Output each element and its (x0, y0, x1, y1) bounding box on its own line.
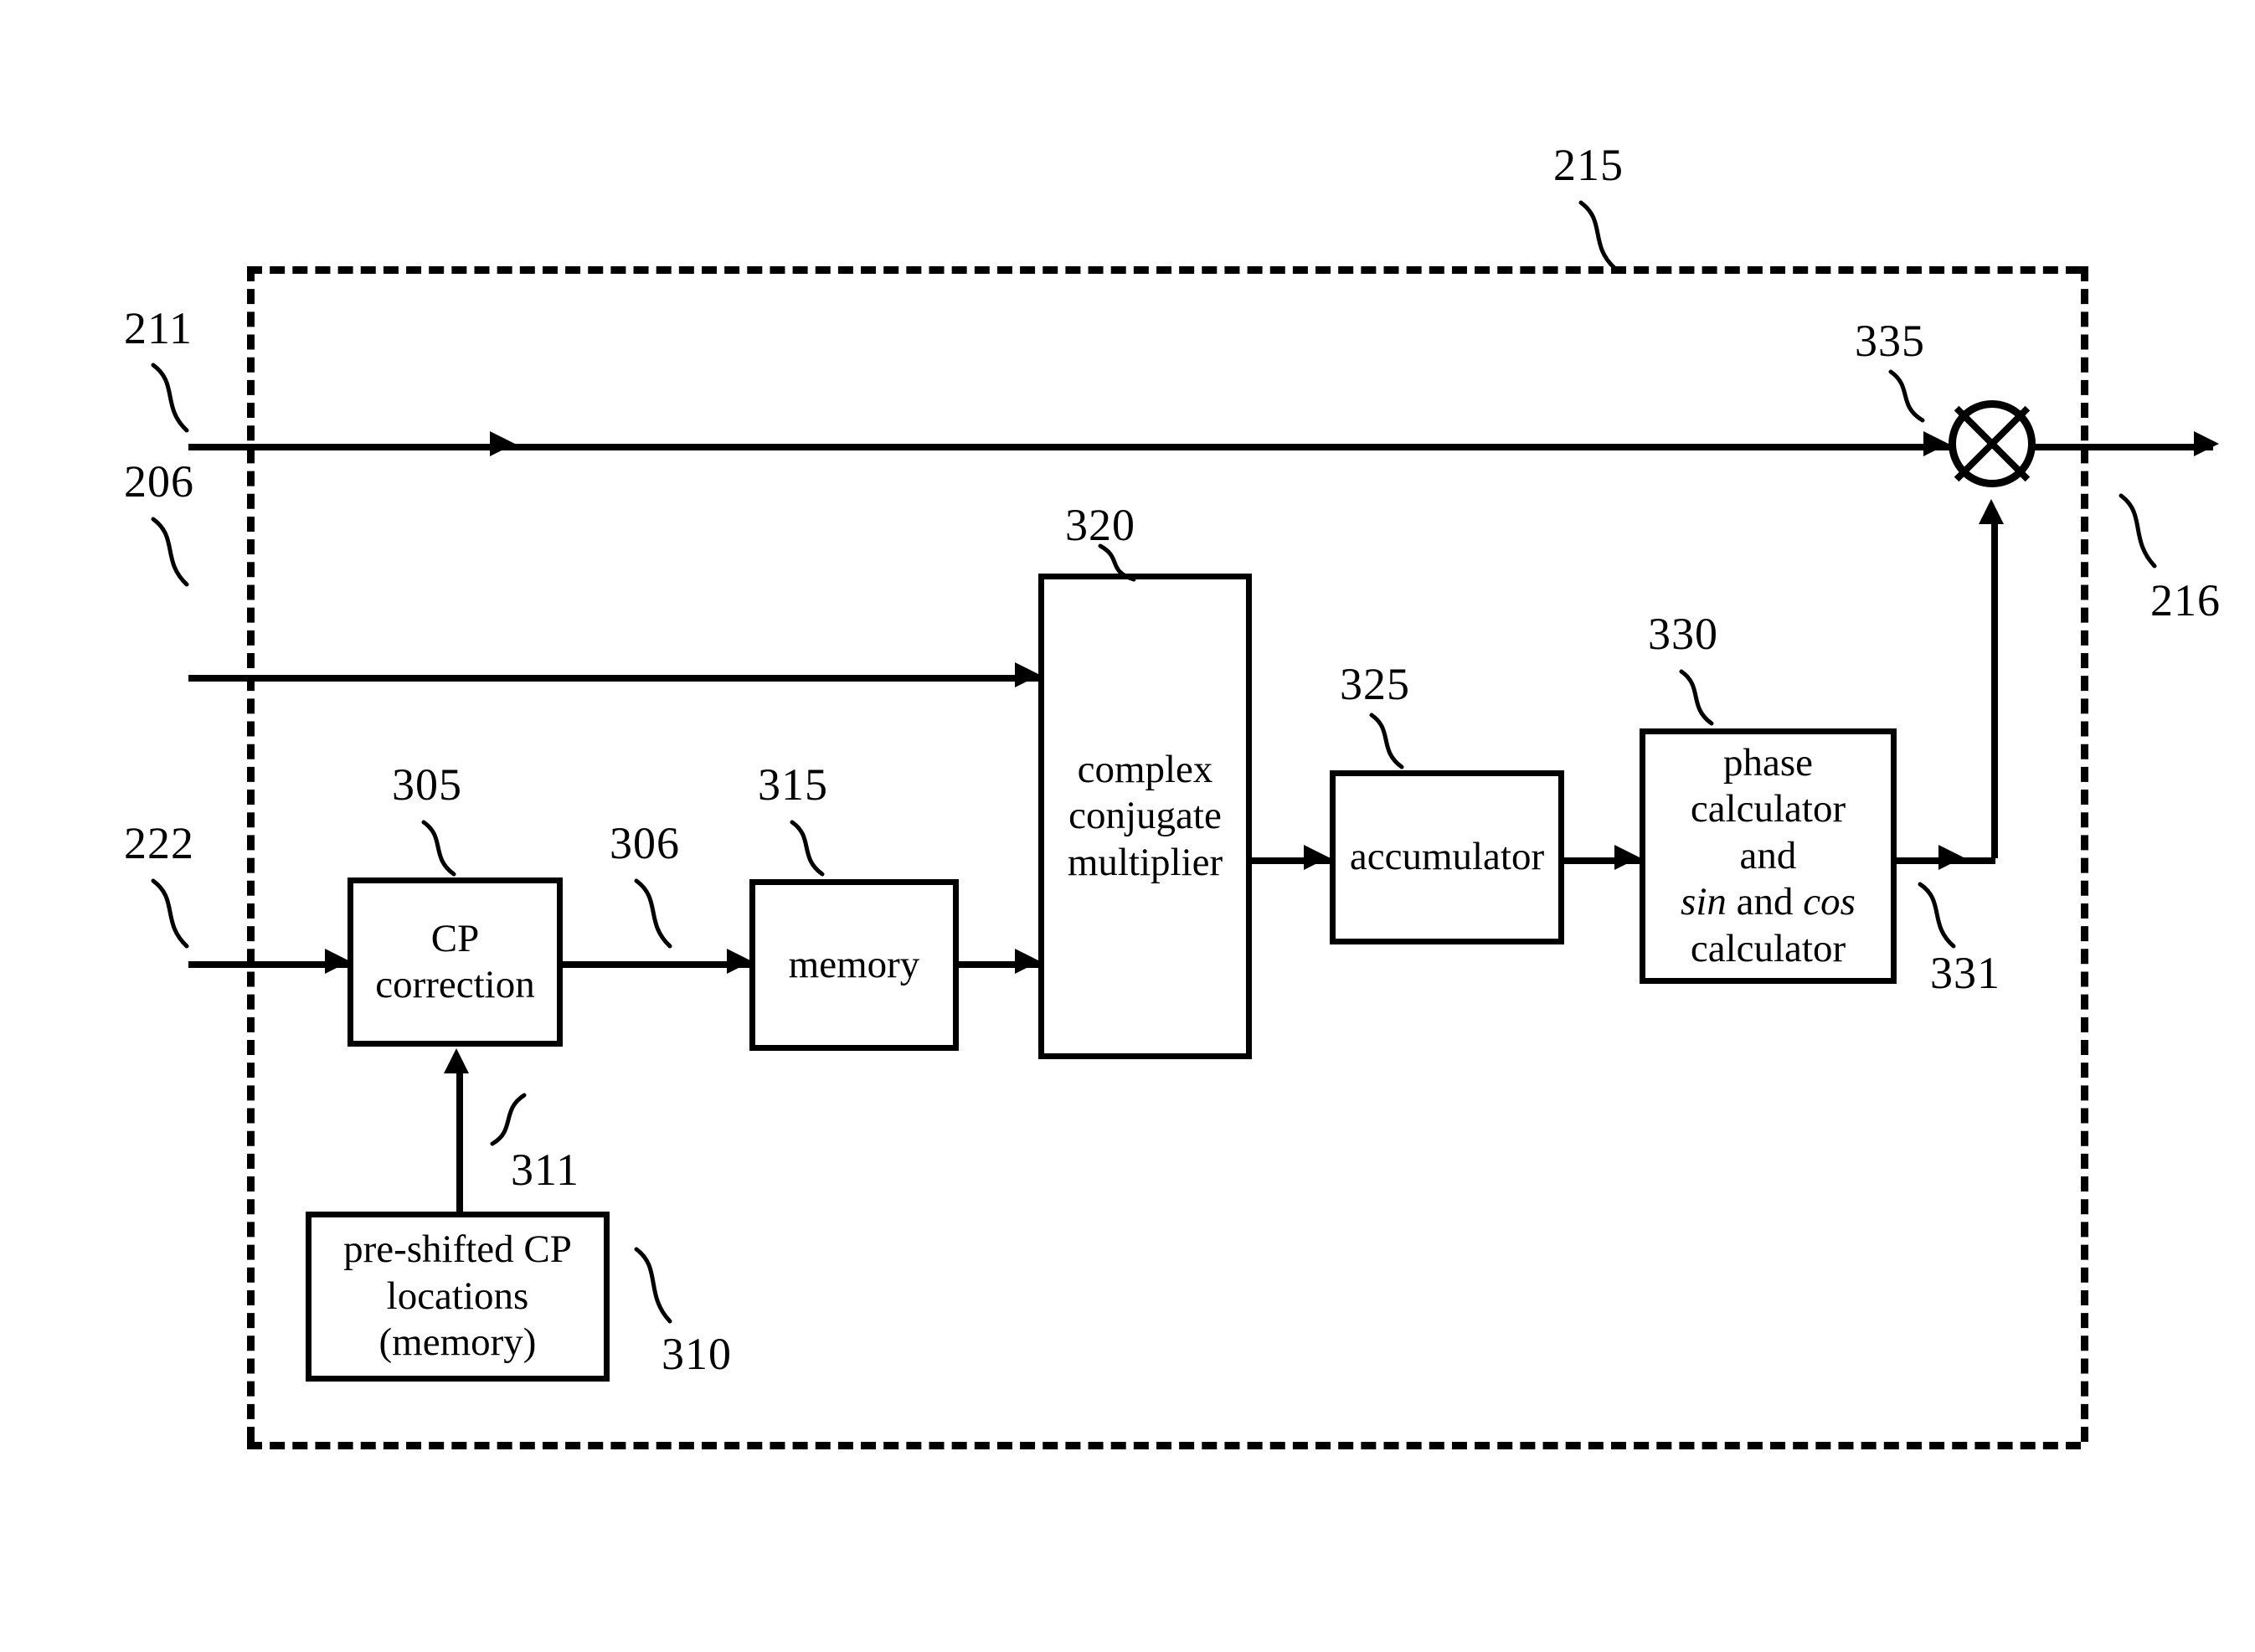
block-preshifted-cp-locations-310[interactable]: pre-shifted CP locations (memory) (306, 1212, 610, 1382)
preshifted-line-1: pre-shifted CP (343, 1227, 572, 1272)
wire-311-memory-to-cp-correction (456, 1070, 463, 1214)
system-boundary-top-edge (247, 266, 2081, 274)
leader-line-325 (1369, 713, 1404, 769)
phase-line-2: calculator (1690, 787, 1846, 831)
wire-306-cp-to-memory (563, 961, 754, 968)
leader-line-305 (421, 820, 456, 877)
ref-label-320: 320 (1065, 500, 1135, 550)
phase-cos-term: cos (1803, 880, 1856, 924)
arrowhead-memory-into-ccm (1015, 949, 1040, 974)
block-cp-correction-label: CP correction (370, 916, 540, 1009)
system-boundary-bottom-edge (247, 1442, 2081, 1449)
arrowhead-216-output (2194, 431, 2219, 456)
arrowhead-206-into-ccm (1015, 662, 1040, 687)
wire-331-riser-to-multiplier (1991, 523, 1998, 858)
wire-216-output (2033, 444, 2213, 450)
ref-label-216: 216 (2150, 575, 2221, 625)
arrowhead-222-into-cp-correction (325, 949, 350, 974)
ccm-line-3: multiplier (1067, 840, 1223, 884)
leader-line-320 (1098, 543, 1136, 582)
accumulator-line-1: accumulator (1349, 835, 1545, 879)
leader-line-215 (1578, 200, 1617, 270)
leader-line-311 (490, 1093, 527, 1146)
block-cp-correction-305[interactable]: CP correction (348, 877, 563, 1047)
leader-line-306 (634, 878, 672, 949)
memory-line-1: memory (788, 942, 920, 986)
leader-line-315 (790, 820, 825, 877)
ref-label-325: 325 (1340, 659, 1410, 709)
ccm-line-1: complex (1077, 747, 1213, 791)
arrowhead-331-into-multiplier (1979, 499, 2004, 524)
ref-label-310: 310 (662, 1329, 732, 1379)
wire-206-to-ccm (188, 675, 1043, 682)
leader-line-330 (1679, 669, 1714, 726)
block-accumulator-325[interactable]: accumulator (1330, 770, 1564, 944)
leader-line-206 (151, 517, 189, 587)
arrowhead-331-corner (1938, 845, 1964, 870)
cp-correction-line-1: CP (430, 916, 480, 960)
arrowhead-into-phase-calculator (1614, 845, 1640, 870)
ref-label-215: 215 (1553, 140, 1624, 190)
ref-label-305: 305 (392, 759, 462, 810)
phase-line-5: calculator (1690, 926, 1846, 970)
phase-line-4: sin and cos (1681, 880, 1856, 924)
phase-sin-term: sin (1681, 880, 1727, 924)
ref-label-335: 335 (1855, 316, 1925, 366)
leader-line-331 (1918, 882, 1956, 949)
block-preshifted-label: pre-shifted CP locations (memory) (338, 1227, 577, 1366)
ref-label-315: 315 (758, 759, 828, 810)
ccm-line-2: conjugate (1068, 794, 1222, 838)
ref-label-211: 211 (124, 303, 193, 353)
block-phase-calculator-label: phase calculator and sin and cos calcula… (1676, 740, 1861, 972)
arrowhead-211-mid (490, 431, 515, 456)
block-phase-calculator-330[interactable]: phase calculator and sin and cos calcula… (1640, 728, 1897, 984)
preshifted-line-3: (memory) (378, 1320, 537, 1365)
ref-label-306: 306 (610, 818, 680, 868)
phase-line-3: and (1739, 833, 1797, 877)
arrowhead-into-accumulator (1304, 845, 1329, 870)
wire-211-passthrough (188, 444, 1951, 450)
block-complex-conjugate-multiplier-320[interactable]: complex conjugate multiplier (1038, 574, 1252, 1059)
system-boundary-right-edge (2081, 266, 2088, 1442)
ref-label-222: 222 (124, 818, 194, 868)
leader-line-222 (151, 878, 189, 949)
ref-label-330: 330 (1648, 609, 1718, 659)
block-memory-label: memory (784, 942, 925, 988)
leader-line-211 (151, 363, 189, 433)
phase-line-1: phase (1722, 740, 1813, 785)
leader-line-335 (1888, 369, 1925, 423)
block-ccm-label: complex conjugate multiplier (1063, 747, 1228, 886)
cp-correction-line-2: correction (375, 963, 535, 1006)
block-accumulator-label: accumulator (1345, 834, 1549, 880)
phase-and-term: and (1726, 880, 1804, 924)
leader-line-310 (634, 1247, 672, 1324)
leader-line-216 (2119, 493, 2157, 569)
figure-canvas: CP correction pre-shifted CP locations (… (0, 0, 2255, 1652)
arrowhead-311-into-cp-correction (444, 1048, 469, 1073)
preshifted-line-2: locations (386, 1274, 529, 1318)
ref-label-206: 206 (124, 456, 194, 507)
block-memory-315[interactable]: memory (749, 879, 959, 1051)
